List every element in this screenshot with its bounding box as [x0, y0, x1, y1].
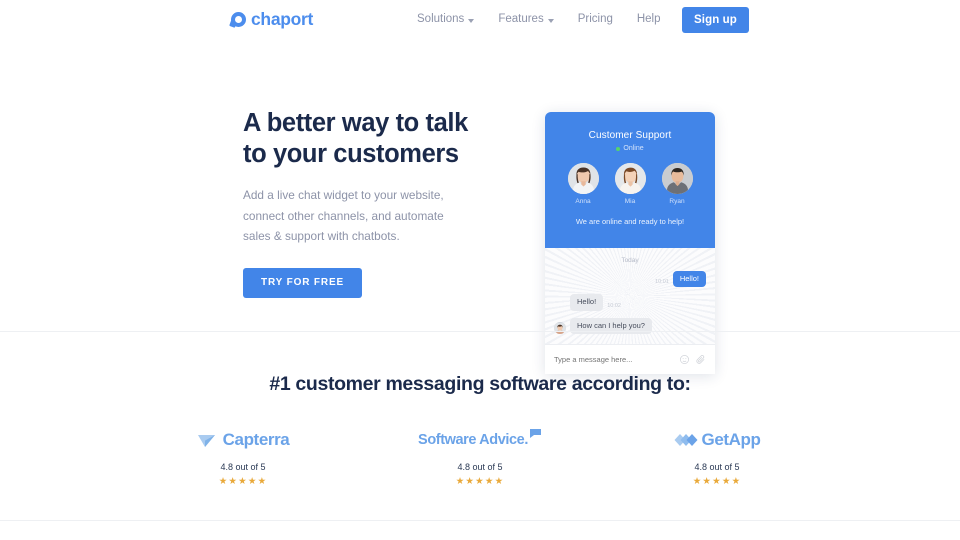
avatar — [567, 163, 599, 194]
capterra-mark-icon — [197, 435, 215, 447]
hero-title: A better way to talk to your customers — [243, 109, 468, 169]
nav-item-pricing[interactable]: Pricing — [566, 14, 625, 26]
social-proof-section: #1 customer messaging software according… — [0, 332, 960, 520]
review-badges: Capterra 4.8 out of 5 ★★★★★ Software Adv… — [0, 429, 960, 487]
chat-day-divider: Today — [621, 257, 639, 264]
review-badge-capterra[interactable]: Capterra 4.8 out of 5 ★★★★★ — [168, 429, 318, 487]
signup-button[interactable]: Sign up — [682, 7, 749, 33]
getapp-stars: ★★★★★ — [692, 476, 742, 487]
nav-item-solutions[interactable]: Solutions — [405, 14, 486, 26]
chat-message-list: Today 10:01 Hello! Hello! 10:02 How can … — [545, 248, 715, 344]
getapp-rating: 4.8 out of 5 — [694, 462, 740, 472]
agent-name-ryan: Ryan — [669, 198, 685, 205]
site-header: chaport Solutions Features Pricing Help … — [0, 0, 960, 40]
avatar-photo-mia — [614, 163, 646, 194]
nav-label-features: Features — [498, 13, 544, 26]
software-advice-mark-icon — [529, 429, 541, 438]
main-nav: Solutions Features Pricing Help Log in — [405, 0, 728, 40]
agent-avatars: Anna Mia Ryan — [545, 163, 715, 205]
capterra-rating: 4.8 out of 5 — [220, 462, 266, 472]
chevron-down-icon — [547, 18, 554, 23]
software-advice-name: Software Advice. — [418, 432, 528, 448]
agent-mia[interactable]: Mia — [614, 163, 646, 205]
chaport-logo-icon — [231, 12, 246, 28]
capterra-name: Capterra — [222, 430, 290, 449]
chat-widget-title: Customer Support — [588, 130, 672, 141]
section-divider-bottom — [0, 520, 960, 521]
chat-widget-header: Customer Support Online Anna Mia Ryan We… — [545, 112, 715, 248]
nav-label-solutions: Solutions — [417, 13, 465, 26]
social-proof-title: #1 customer messaging software according… — [269, 373, 691, 395]
nav-item-help[interactable]: Help — [625, 14, 673, 26]
agent-name-mia: Mia — [624, 198, 636, 205]
software-advice-rating: 4.8 out of 5 — [457, 462, 503, 472]
nav-label-help: Help — [636, 13, 661, 26]
review-badge-software-advice[interactable]: Software Advice. 4.8 out of 5 ★★★★★ — [405, 429, 555, 487]
try-for-free-button[interactable]: TRY FOR FREE — [243, 268, 362, 299]
chat-widget-status: Online — [545, 145, 715, 152]
hero-subtitle: Add a live chat widget to your website, … — [243, 188, 444, 243]
agent-ryan[interactable]: Ryan — [661, 163, 693, 205]
agent-anna[interactable]: Anna — [567, 163, 599, 205]
message-bubble: Hello! — [672, 271, 706, 288]
software-advice-logo: Software Advice. — [405, 429, 555, 451]
chat-message-in-1: Hello! 10:02 — [545, 294, 715, 311]
review-badge-getapp[interactable]: GetApp 4.8 out of 5 ★★★★★ — [642, 429, 792, 487]
getapp-mark-icon — [674, 434, 697, 446]
avatar — [661, 163, 693, 194]
avatar-photo-anna — [567, 163, 599, 194]
chat-message-out-1: 10:01 Hello! — [545, 271, 715, 288]
nav-item-features[interactable]: Features — [486, 14, 565, 26]
getapp-logo: GetApp — [642, 429, 792, 451]
landing-page: chaport Solutions Features Pricing Help … — [0, 0, 960, 540]
chat-welcome-message: We are online and ready to help! — [575, 217, 685, 226]
chevron-down-icon — [468, 18, 475, 23]
hero-copy: A better way to talk to your customers A… — [243, 108, 483, 299]
avatar — [614, 163, 646, 194]
chat-widget-status-label: Online — [623, 145, 644, 152]
software-advice-stars: ★★★★★ — [455, 476, 505, 487]
message-timestamp: 10:01 — [655, 279, 669, 286]
hero-section: A better way to talk to your customers A… — [0, 40, 960, 374]
online-status-dot-icon — [616, 146, 621, 151]
nav-label-pricing: Pricing — [577, 13, 613, 26]
message-timestamp: 10:02 — [607, 302, 621, 309]
agent-name-anna: Anna — [575, 198, 591, 205]
avatar-photo-ryan — [661, 163, 693, 194]
capterra-stars: ★★★★★ — [218, 476, 268, 487]
message-bubble: Hello! — [570, 294, 604, 311]
logo-link[interactable]: chaport — [231, 9, 314, 29]
getapp-name: GetApp — [701, 430, 761, 449]
logo-text: chaport — [251, 9, 314, 29]
capterra-logo: Capterra — [168, 429, 318, 451]
